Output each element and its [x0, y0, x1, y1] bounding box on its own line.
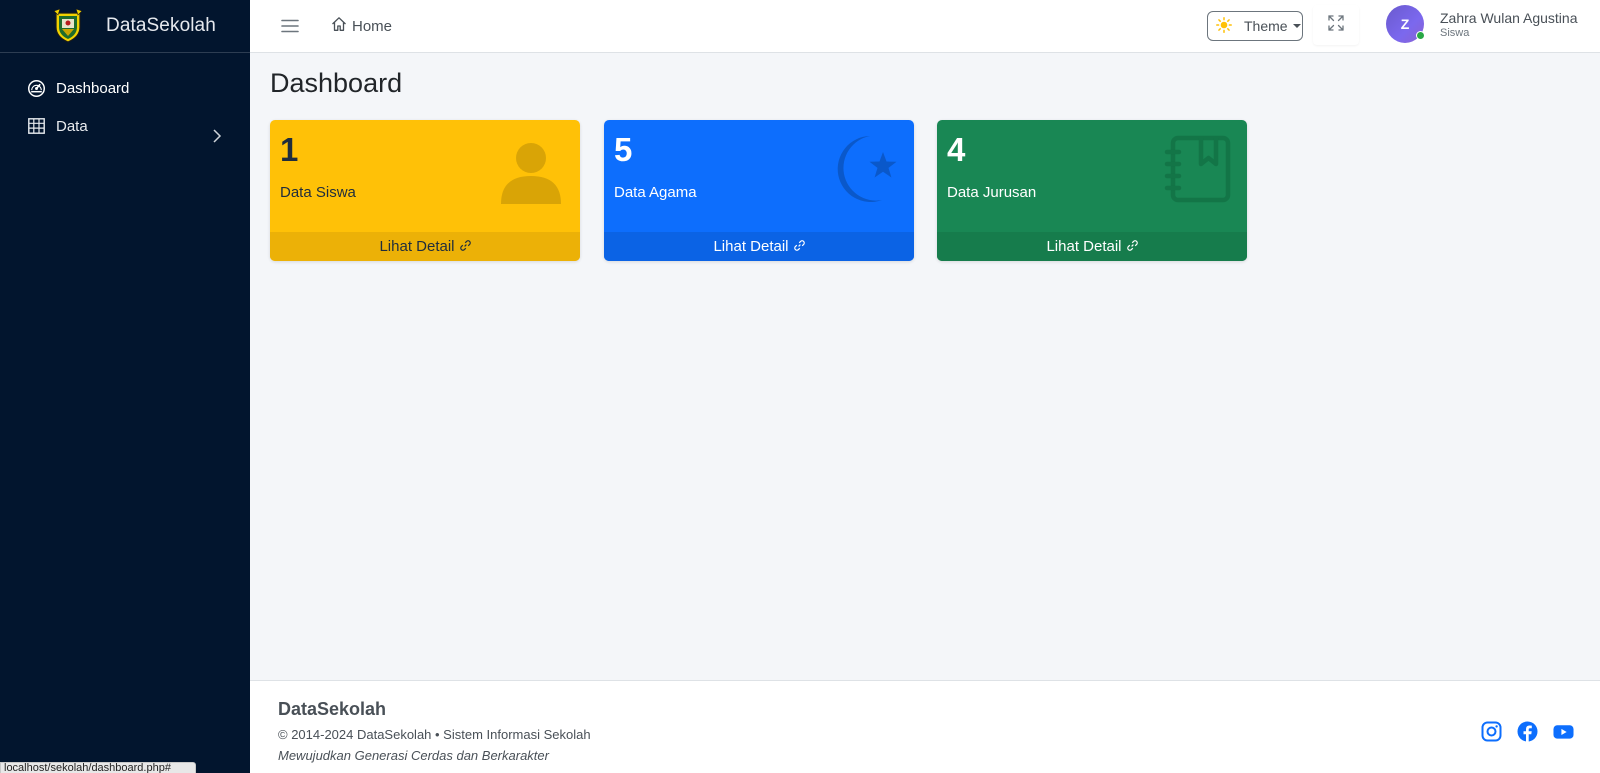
- caret-down-icon: [1292, 24, 1301, 28]
- sidebar-item-label: Dashboard: [56, 79, 130, 97]
- stat-card-siswa: 1 Data Siswa Lihat Detail: [270, 120, 580, 261]
- facebook-icon[interactable]: [1517, 721, 1538, 742]
- home-label: Home: [352, 17, 393, 35]
- theme-label: Theme: [1244, 18, 1288, 34]
- chevron-right-icon: [210, 129, 224, 143]
- footer-tagline: Mewujudkan Generasi Cerdas dan Berkarakt…: [278, 748, 549, 763]
- table-icon: [27, 117, 45, 135]
- page-title: Dashboard: [270, 68, 403, 98]
- status-bar-url: localhost/sekolah/dashboard.php#: [0, 762, 196, 773]
- sidebar-item-dashboard[interactable]: Dashboard: [0, 71, 250, 105]
- stat-card-agama: 5 Data Agama Lihat Detail: [604, 120, 914, 261]
- sidebar-item-data[interactable]: Data: [0, 109, 250, 143]
- user-name: Zahra Wulan Agustina: [1440, 9, 1578, 26]
- instagram-icon[interactable]: [1481, 721, 1502, 742]
- person-icon: [496, 134, 566, 204]
- user-role: Siswa: [1440, 26, 1470, 39]
- brand-name: DataSekolah: [106, 15, 216, 36]
- theme-dropdown-button[interactable]: Theme: [1207, 11, 1303, 41]
- user-info: Zahra Wulan Agustina Siswa: [1440, 10, 1578, 39]
- detail-link-label: Lihat Detail: [1046, 238, 1122, 255]
- footer-copyright: © 2014-2024 DataSekolah • Sistem Informa…: [278, 727, 591, 742]
- social-links: [1481, 721, 1574, 742]
- stat-card-jurusan: 4 Data Jurusan Lihat Detail: [937, 120, 1247, 261]
- top-navbar: Home Theme Z Zahra Wulan Agustina Siswa: [250, 0, 1600, 53]
- school-crest-logo: [52, 8, 84, 43]
- avatar-initial: Z: [1400, 16, 1410, 32]
- card-detail-link-agama[interactable]: Lihat Detail: [604, 232, 914, 261]
- brand-link[interactable]: DataSekolah: [0, 0, 250, 53]
- speedometer-icon: [27, 79, 45, 97]
- link-icon: [1122, 238, 1138, 255]
- user-menu[interactable]: Z Zahra Wulan Agustina Siswa: [1386, 5, 1578, 43]
- fullscreen-button[interactable]: [1313, 5, 1359, 45]
- card-detail-link-siswa[interactable]: Lihat Detail: [270, 232, 580, 261]
- footer-brand: DataSekolah: [278, 699, 387, 719]
- sidebar-item-label: Data: [56, 117, 88, 135]
- fullscreen-icon: [1327, 14, 1345, 37]
- card-detail-link-jurusan[interactable]: Lihat Detail: [937, 232, 1247, 261]
- page-footer: DataSekolah © 2014-2024 DataSekolah • Si…: [250, 680, 1600, 773]
- detail-link-label: Lihat Detail: [379, 238, 455, 255]
- sidebar: DataSekolah Dashboard Data: [0, 0, 250, 773]
- main-content: Dashboard 1 Data Siswa Lihat Detail 5 Da…: [250, 53, 1600, 680]
- link-icon: [789, 238, 805, 255]
- avatar: Z: [1386, 5, 1425, 43]
- hamburger-menu-icon[interactable]: [281, 19, 299, 33]
- detail-link-label: Lihat Detail: [713, 238, 789, 255]
- sidebar-nav: Dashboard Data: [0, 53, 250, 143]
- star-and-crescent-icon: [830, 134, 900, 204]
- sun-icon: [1216, 16, 1232, 36]
- journal-bookmark-icon: [1163, 134, 1233, 204]
- home-link[interactable]: Home: [331, 16, 392, 36]
- link-icon: [455, 238, 471, 255]
- online-status-dot: [1416, 31, 1425, 40]
- house-icon: [331, 16, 352, 36]
- youtube-icon[interactable]: [1553, 721, 1574, 742]
